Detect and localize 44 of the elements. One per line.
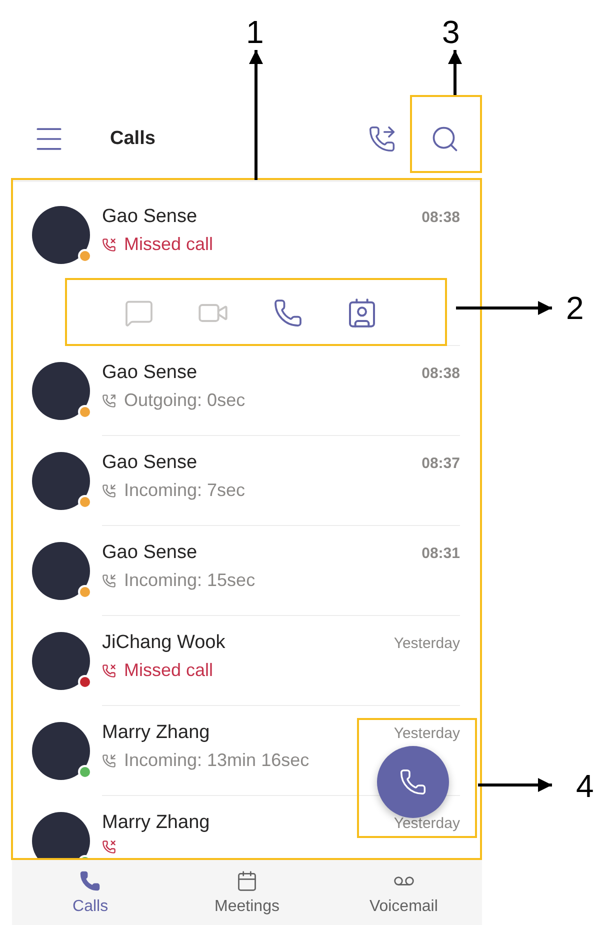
contact-name: JiChang Wook bbox=[102, 632, 226, 654]
page-title: Calls bbox=[110, 128, 156, 150]
callout-number: 3 bbox=[442, 16, 460, 48]
nav-tab[interactable]: Calls bbox=[12, 858, 169, 925]
contact-name: Gao Sense bbox=[102, 542, 198, 564]
call-detail: Incoming: 15sec bbox=[124, 570, 256, 591]
missed-call-icon bbox=[102, 238, 116, 252]
new-call-button[interactable] bbox=[377, 746, 449, 818]
contact-name: Gao Sense bbox=[102, 206, 198, 228]
call-park-button[interactable] bbox=[368, 124, 396, 152]
callout-arrow bbox=[448, 50, 462, 95]
call-button[interactable] bbox=[272, 298, 303, 328]
call-time: 08:31 bbox=[422, 544, 460, 562]
outgoing-call-icon bbox=[102, 394, 116, 408]
call-time: Yesterday bbox=[394, 814, 460, 832]
callout-number: 4 bbox=[576, 770, 594, 802]
phone-icon bbox=[79, 870, 102, 892]
avatar-photo-placeholder bbox=[32, 812, 90, 858]
nav-tab[interactable]: Voicemail bbox=[325, 858, 482, 925]
call-time: Yesterday bbox=[394, 724, 460, 742]
contact-name: Marry Zhang bbox=[102, 722, 210, 744]
call-detail: Outgoing: 0sec bbox=[124, 390, 246, 411]
missed-call-icon bbox=[102, 840, 116, 854]
call-time: 08:38 bbox=[422, 208, 460, 226]
contact-name: Marry Zhang bbox=[102, 812, 210, 834]
incoming-call-icon bbox=[102, 574, 116, 588]
phone-icon bbox=[272, 298, 303, 328]
contact-name: Gao Sense bbox=[102, 362, 198, 384]
incoming-call-icon bbox=[102, 754, 116, 768]
call-time: 08:37 bbox=[422, 454, 460, 472]
call-time: 08:38 bbox=[422, 364, 460, 382]
callout-number: 2 bbox=[566, 292, 584, 324]
calendar-icon bbox=[236, 870, 258, 892]
callout-number: 1 bbox=[246, 16, 264, 48]
call-detail: Missed call bbox=[124, 234, 214, 255]
call-detail: Missed call bbox=[124, 660, 214, 681]
nav-tab[interactable]: Meetings bbox=[168, 858, 326, 925]
call-time: Yesterday bbox=[394, 634, 460, 652]
call-detail: Incoming: 13min 16sec bbox=[124, 750, 310, 771]
call-detail: Incoming: 7sec bbox=[124, 480, 246, 501]
missed-call-icon bbox=[102, 664, 116, 678]
incoming-call-icon bbox=[102, 484, 116, 498]
phone-icon bbox=[399, 768, 427, 796]
contact-name: Gao Sense bbox=[102, 452, 198, 474]
